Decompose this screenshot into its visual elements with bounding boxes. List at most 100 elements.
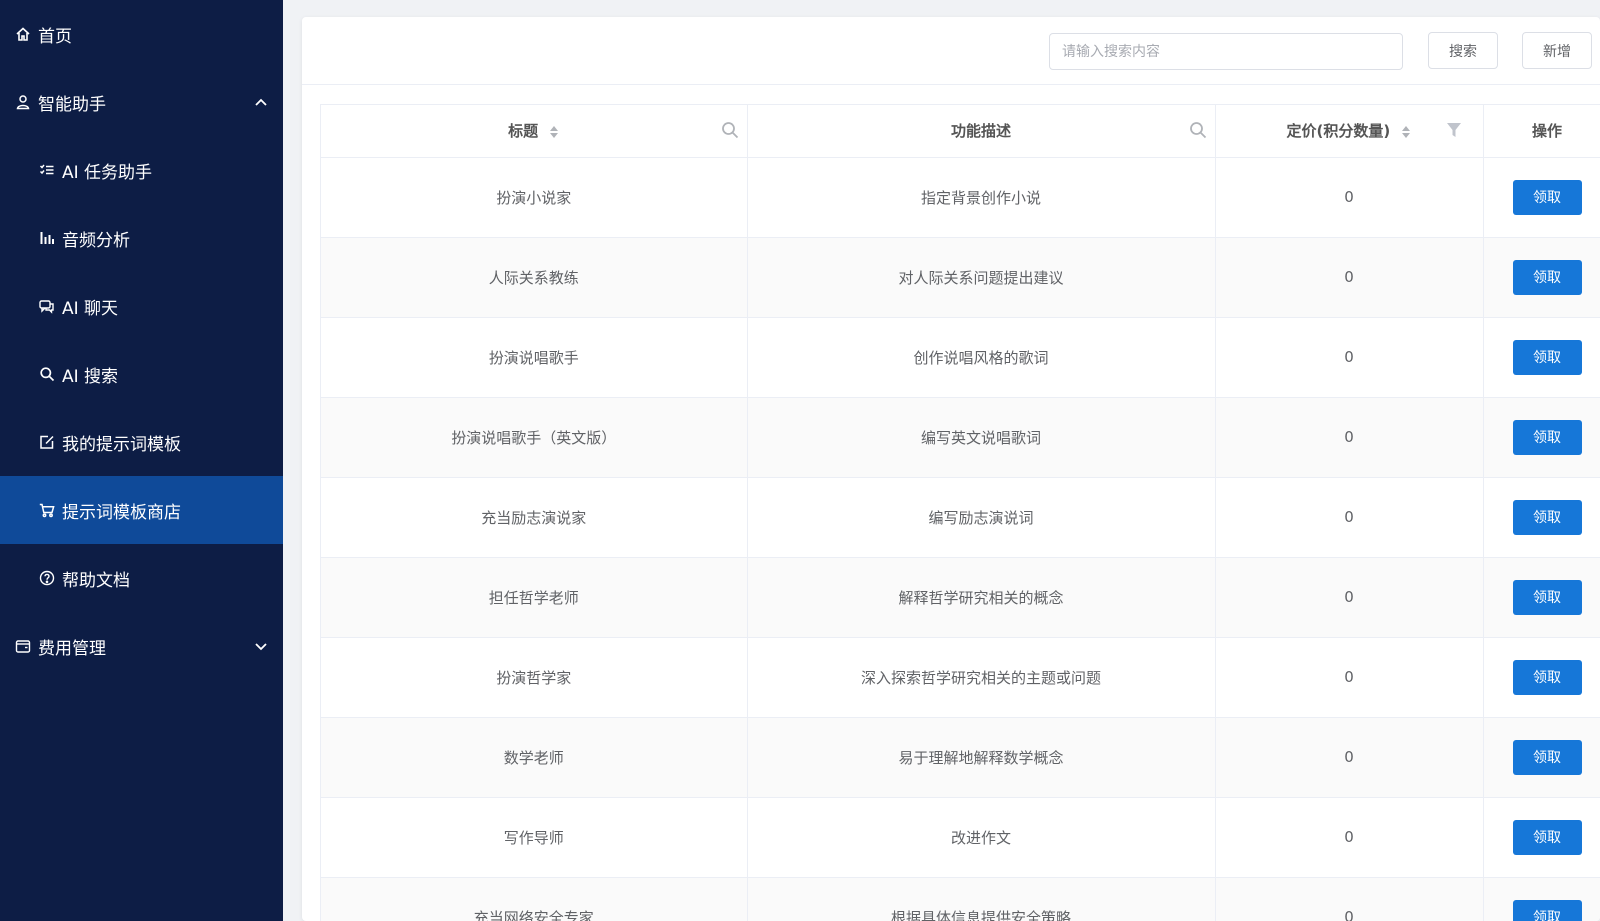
row-price-cell: 0 <box>1215 237 1484 318</box>
table-row: 扮演哲学家 深入探索哲学研究相关的主题或问题 0 领取 <box>321 637 1600 718</box>
row-action-cell: 领取 <box>1483 877 1600 921</box>
row-action-cell: 领取 <box>1483 717 1600 798</box>
edit-icon <box>39 434 55 450</box>
table-row: 写作导师 改进作文 0 领取 <box>321 797 1600 878</box>
table-row: 充当励志演说家 编写励志演说词 0 领取 <box>321 477 1600 558</box>
sidebar-item-audio-analysis[interactable]: 音频分析 <box>0 204 283 272</box>
sidebar-item-label: 首页 <box>38 26 72 47</box>
sidebar-item-label: 智能助手 <box>38 94 106 115</box>
sidebar: 首页 智能助手 AI 任务助手 音频分析 AI 聊天 AI 搜索 我的提示词模板… <box>0 0 283 921</box>
chevron-down-icon <box>255 643 267 651</box>
claim-button[interactable]: 领取 <box>1512 739 1582 775</box>
search-icon <box>39 366 55 382</box>
wallet-icon <box>15 638 31 654</box>
sidebar-item-ai-task-assistant[interactable]: AI 任务助手 <box>0 136 283 204</box>
sidebar-item-ai-chat[interactable]: AI 聊天 <box>0 272 283 340</box>
column-header-price[interactable]: 定价(积分数量) <box>1215 105 1484 158</box>
row-price-cell: 0 <box>1215 157 1484 238</box>
add-button[interactable]: 新增 <box>1522 32 1592 69</box>
sidebar-item-prompt-template-store[interactable]: 提示词模板商店 <box>0 476 283 544</box>
home-icon <box>15 26 31 42</box>
column-header-description[interactable]: 功能描述 <box>747 105 1216 158</box>
row-title-cell: 数学老师 <box>321 717 748 798</box>
table-row: 充当网络安全专家 根据具体信息提供安全策略 0 领取 <box>321 877 1600 921</box>
table-header-row: 标题 功能描述 定价(积分数量) 操作 <box>321 105 1600 158</box>
claim-button[interactable]: 领取 <box>1512 579 1582 615</box>
row-price-cell: 0 <box>1215 797 1484 878</box>
sidebar-item-smart-assistant[interactable]: 智能助手 <box>0 68 283 136</box>
claim-button[interactable]: 领取 <box>1512 419 1582 455</box>
row-price-cell: 0 <box>1215 477 1484 558</box>
column-header-label: 定价(积分数量) <box>1286 122 1391 141</box>
sidebar-item-label: AI 任务助手 <box>62 162 153 183</box>
bar-chart-icon <box>39 230 55 246</box>
row-price-cell: 0 <box>1215 317 1484 398</box>
claim-button[interactable]: 领取 <box>1512 339 1582 375</box>
sidebar-item-label: 我的提示词模板 <box>62 434 181 455</box>
row-title-cell: 充当网络安全专家 <box>321 877 748 921</box>
row-description-cell: 解释哲学研究相关的概念 <box>747 557 1216 638</box>
sidebar-item-ai-search[interactable]: AI 搜索 <box>0 340 283 408</box>
claim-button[interactable]: 领取 <box>1512 819 1582 855</box>
sidebar-item-label: 音频分析 <box>62 230 130 251</box>
row-action-cell: 领取 <box>1483 477 1600 558</box>
row-description-cell: 创作说唱风格的歌词 <box>747 317 1216 398</box>
row-price-cell: 0 <box>1215 637 1484 718</box>
row-action-cell: 领取 <box>1483 237 1600 318</box>
main-card: 搜索 新增 标题 功能描述 定 <box>302 17 1600 921</box>
user-icon <box>15 94 31 110</box>
claim-button[interactable]: 领取 <box>1512 899 1582 921</box>
row-title-cell: 扮演说唱歌手（英文版） <box>321 397 748 478</box>
row-action-cell: 领取 <box>1483 157 1600 238</box>
row-action-cell: 领取 <box>1483 797 1600 878</box>
toolbar: 搜索 新增 <box>302 17 1600 85</box>
row-description-cell: 指定背景创作小说 <box>747 157 1216 238</box>
column-search-icon[interactable] <box>1189 121 1207 139</box>
sidebar-item-billing[interactable]: 费用管理 <box>0 612 283 680</box>
column-header-title[interactable]: 标题 <box>321 105 748 158</box>
row-title-cell: 写作导师 <box>321 797 748 878</box>
row-description-cell: 编写英文说唱歌词 <box>747 397 1216 478</box>
table-row: 数学老师 易于理解地解释数学概念 0 领取 <box>321 717 1600 798</box>
row-description-cell: 深入探索哲学研究相关的主题或问题 <box>747 637 1216 718</box>
row-title-cell: 人际关系教练 <box>321 237 748 318</box>
claim-button[interactable]: 领取 <box>1512 259 1582 295</box>
table-row: 扮演小说家 指定背景创作小说 0 领取 <box>321 157 1600 238</box>
claim-button[interactable]: 领取 <box>1512 179 1582 215</box>
claim-button[interactable]: 领取 <box>1512 499 1582 535</box>
search-button[interactable]: 搜索 <box>1428 32 1498 69</box>
chat-icon <box>39 298 55 314</box>
sort-icon[interactable] <box>549 124 559 140</box>
row-description-cell: 编写励志演说词 <box>747 477 1216 558</box>
table-row: 扮演说唱歌手（英文版） 编写英文说唱歌词 0 领取 <box>321 397 1600 478</box>
sidebar-item-label: 费用管理 <box>38 638 106 659</box>
row-title-cell: 担任哲学老师 <box>321 557 748 638</box>
table-row: 人际关系教练 对人际关系问题提出建议 0 领取 <box>321 237 1600 318</box>
sidebar-item-label: AI 搜索 <box>62 366 119 387</box>
row-description-cell: 易于理解地解释数学概念 <box>747 717 1216 798</box>
sort-icon[interactable] <box>1401 124 1411 140</box>
row-action-cell: 领取 <box>1483 397 1600 478</box>
sidebar-item-my-prompt-templates[interactable]: 我的提示词模板 <box>0 408 283 476</box>
row-title-cell: 扮演说唱歌手 <box>321 317 748 398</box>
row-price-cell: 0 <box>1215 557 1484 638</box>
table-row: 扮演说唱歌手 创作说唱风格的歌词 0 领取 <box>321 317 1600 398</box>
cart-icon <box>39 502 55 518</box>
row-price-cell: 0 <box>1215 877 1484 921</box>
sidebar-item-home[interactable]: 首页 <box>0 0 283 68</box>
column-search-icon[interactable] <box>721 121 739 139</box>
sidebar-item-label: 帮助文档 <box>62 570 130 591</box>
search-input[interactable] <box>1049 33 1403 70</box>
row-action-cell: 领取 <box>1483 557 1600 638</box>
claim-button[interactable]: 领取 <box>1512 659 1582 695</box>
row-price-cell: 0 <box>1215 717 1484 798</box>
template-table: 标题 功能描述 定价(积分数量) 操作 扮演小说家 指定背景创作小说 0 领取 … <box>320 104 1600 921</box>
help-icon <box>39 570 55 586</box>
row-action-cell: 领取 <box>1483 317 1600 398</box>
list-icon <box>39 162 55 178</box>
row-price-cell: 0 <box>1215 397 1484 478</box>
column-header-label: 功能描述 <box>950 122 1011 141</box>
filter-icon[interactable] <box>1445 121 1463 139</box>
row-title-cell: 扮演小说家 <box>321 157 748 238</box>
sidebar-item-help-docs[interactable]: 帮助文档 <box>0 544 283 612</box>
